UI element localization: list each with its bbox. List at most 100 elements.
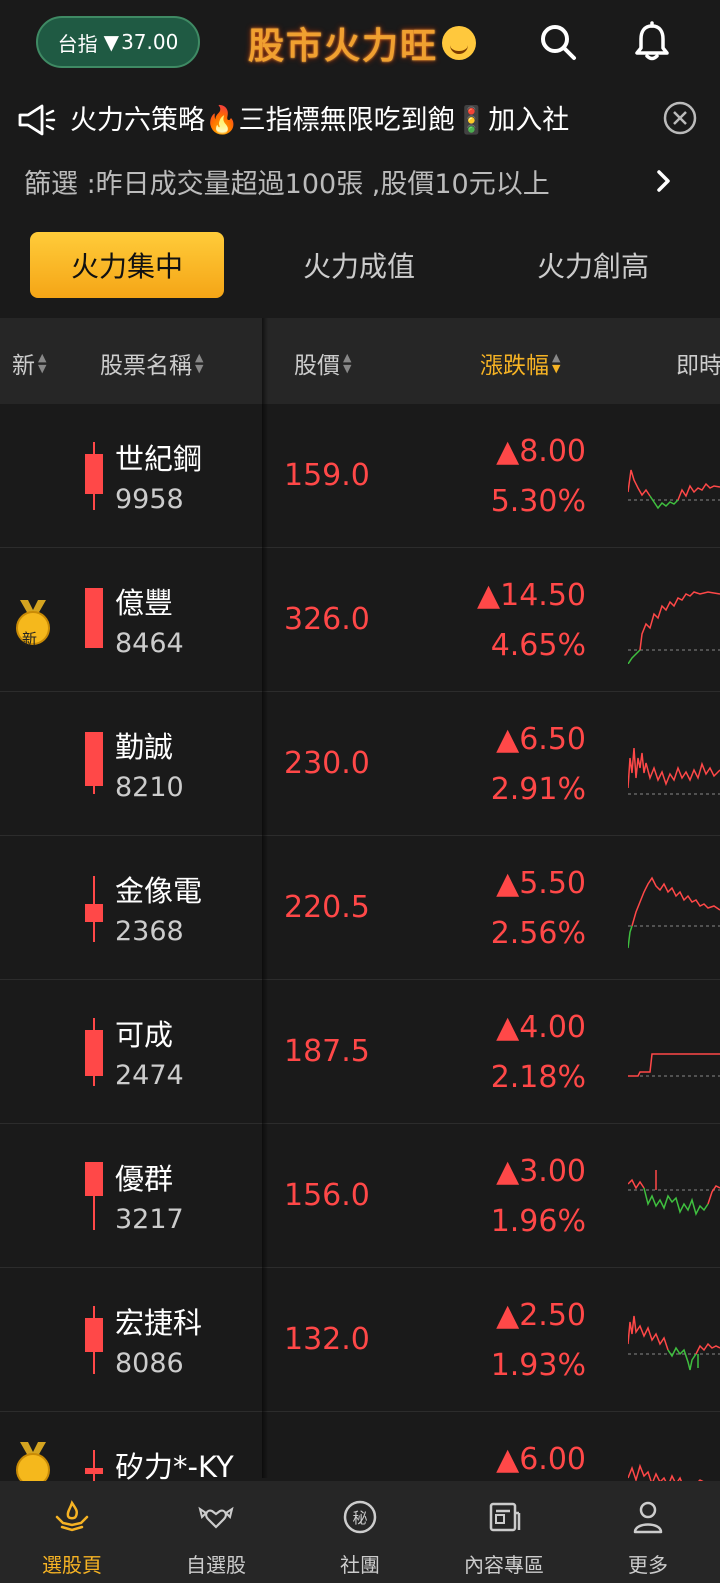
column-change-label: 漲跌幅 bbox=[480, 353, 549, 379]
stock-name: 可成 bbox=[115, 1018, 174, 1052]
column-realtime[interactable]: 即時 bbox=[676, 346, 720, 380]
candlestick-icon bbox=[85, 1018, 103, 1086]
stock-row[interactable]: 優群 3217 156.0 ▲3.00 1.96% bbox=[0, 1124, 720, 1268]
newspaper-icon bbox=[489, 1502, 521, 1532]
intraday-sparkline bbox=[628, 591, 720, 664]
tab-fire-concentration[interactable]: 火力集中 bbox=[30, 232, 224, 298]
candlestick-icon bbox=[85, 1306, 103, 1374]
stock-price: 132.0 bbox=[284, 1322, 370, 1357]
stock-row[interactable]: 金像電 2368 220.5 ▲5.50 2.56% bbox=[0, 836, 720, 980]
index-pill[interactable]: 台指 ▼ 37.00 bbox=[36, 16, 200, 68]
svg-text:秘: 秘 bbox=[352, 1509, 367, 1527]
stock-price: 187.5 bbox=[284, 1034, 370, 1069]
stock-change-percent: 2.91% bbox=[490, 772, 586, 807]
intraday-sparkline bbox=[628, 1170, 720, 1217]
stock-price: 326.0 bbox=[284, 602, 370, 637]
brand-text: 股市火力旺 bbox=[248, 25, 439, 67]
stock-price: 220.5 bbox=[284, 890, 370, 925]
stock-row[interactable]: 宏捷科 8086 132.0 ▲2.50 1.93% bbox=[0, 1268, 720, 1412]
stock-row[interactable]: 勤誠 8210 230.0 ▲6.50 2.91% bbox=[0, 692, 720, 836]
column-price[interactable]: 股價 ▲ ▼ bbox=[294, 346, 351, 380]
tab-fire-value[interactable]: 火力成值 bbox=[262, 232, 456, 298]
stock-change-percent: 2.18% bbox=[490, 1060, 586, 1095]
candlestick-icon bbox=[85, 876, 103, 942]
index-arrow: ▼ bbox=[103, 30, 120, 54]
intraday-sparkline bbox=[628, 1053, 720, 1077]
nav-label: 選股頁 bbox=[42, 1553, 102, 1577]
index-label: 台指 bbox=[57, 31, 98, 56]
filter-bar[interactable]: 篩選 :昨日成交量超過100張 ,股價10元以上 bbox=[0, 150, 720, 212]
stock-change-percent: 1.93% bbox=[490, 1348, 586, 1383]
column-new[interactable]: 新 ▲ ▼ bbox=[12, 346, 46, 380]
close-circle-icon[interactable] bbox=[662, 100, 698, 136]
candlestick-icon bbox=[85, 1162, 103, 1230]
column-new-label: 新 bbox=[12, 353, 35, 379]
stock-name: 金像電 bbox=[115, 874, 203, 908]
stock-price: 156.0 bbox=[284, 1178, 370, 1213]
stock-name: 勤誠 bbox=[115, 730, 174, 764]
stock-price: 159.0 bbox=[284, 458, 370, 493]
stock-name: 優群 bbox=[115, 1162, 174, 1196]
top-bar: 台指 ▼ 37.00 股市火力旺 bbox=[0, 0, 720, 88]
secret-circle-icon: 秘 bbox=[343, 1500, 377, 1534]
stock-change: ▲3.00 bbox=[496, 1154, 586, 1189]
brand-logo: 股市火力旺 bbox=[248, 18, 477, 68]
nav-content[interactable]: 內容專區 bbox=[432, 1481, 576, 1583]
stock-name: 世紀鋼 bbox=[115, 442, 203, 476]
notification-button[interactable] bbox=[630, 20, 674, 64]
announcement-bar[interactable]: 火力六策略🔥三指標無限吃到飽🚦加入社 bbox=[0, 88, 720, 150]
index-value: 37.00 bbox=[121, 30, 179, 54]
search-button[interactable] bbox=[536, 20, 580, 64]
stock-change: ▲6.50 bbox=[496, 722, 586, 757]
stock-change-percent: 4.65% bbox=[490, 628, 586, 663]
smile-emoji-icon bbox=[442, 26, 477, 60]
intraday-sparkline bbox=[628, 876, 720, 949]
bell-icon bbox=[635, 21, 669, 61]
stock-change: ▲8.00 bbox=[496, 434, 586, 469]
stock-row[interactable]: 可成 2474 187.5 ▲4.00 2.18% bbox=[0, 980, 720, 1124]
sort-icon: ▲ ▼ bbox=[195, 351, 204, 375]
hands-flame-icon bbox=[55, 1500, 89, 1532]
nav-watchlist[interactable]: 自選股 bbox=[144, 1481, 288, 1583]
column-change[interactable]: 漲跌幅 ▲ ▼ bbox=[480, 346, 560, 380]
stock-change-percent: 2.56% bbox=[490, 916, 586, 951]
search-icon bbox=[541, 25, 576, 60]
intraday-sparkline bbox=[628, 1315, 720, 1371]
stock-change: ▲5.50 bbox=[496, 866, 586, 901]
stock-code: 9958 bbox=[115, 484, 184, 515]
strategy-tabs: 火力集中 火力成值 火力創高 bbox=[0, 226, 720, 302]
tab-fire-high[interactable]: 火力創高 bbox=[496, 232, 690, 298]
stock-code: 8464 bbox=[115, 628, 184, 659]
nav-label: 更多 bbox=[628, 1553, 668, 1577]
candlestick-icon bbox=[85, 732, 103, 794]
stock-code: 8210 bbox=[115, 772, 184, 803]
sort-desc-icon: ▲ ▼ bbox=[552, 351, 561, 375]
stock-change: ▲6.00 bbox=[496, 1442, 586, 1477]
nav-label: 內容專區 bbox=[464, 1553, 544, 1577]
stock-code: 3217 bbox=[115, 1204, 184, 1235]
stock-row[interactable]: 新 億豐 8464 326.0 ▲14.50 4.65% bbox=[0, 548, 720, 692]
nav-more[interactable]: 更多 bbox=[576, 1481, 720, 1583]
chevron-right-icon bbox=[657, 170, 670, 192]
stock-code: 2368 bbox=[115, 916, 184, 947]
table-header: 新 ▲ ▼ 股票名稱 ▲ ▼ 股價 ▲ ▼ 漲跌幅 ▲ ▼ 即時 bbox=[0, 318, 720, 404]
nav-stock-picker[interactable]: 選股頁 bbox=[0, 1481, 144, 1583]
intraday-sparkline bbox=[628, 469, 720, 510]
stock-change-percent: 5.30% bbox=[490, 484, 586, 519]
column-name[interactable]: 股票名稱 ▲ ▼ bbox=[100, 346, 203, 380]
stock-row[interactable]: 世紀鋼 9958 159.0 ▲8.00 5.30% bbox=[0, 404, 720, 548]
filter-text: 篩選 :昨日成交量超過100張 ,股價10元以上 bbox=[24, 169, 550, 200]
stock-change-percent: 1.96% bbox=[490, 1204, 586, 1239]
sort-icon: ▲ ▼ bbox=[343, 351, 352, 375]
candlestick-icon bbox=[85, 588, 103, 648]
stock-change: ▲2.50 bbox=[496, 1298, 586, 1333]
nav-community[interactable]: 秘 社團 bbox=[288, 1481, 432, 1583]
stock-name: 矽力*-KY bbox=[115, 1450, 234, 1484]
stock-change: ▲4.00 bbox=[496, 1010, 586, 1045]
column-price-label: 股價 bbox=[294, 353, 340, 379]
intraday-sparkline bbox=[628, 747, 720, 795]
nav-label: 社團 bbox=[340, 1553, 380, 1577]
winged-heart-icon bbox=[198, 1506, 234, 1529]
column-realtime-label: 即時 bbox=[676, 353, 720, 379]
column-name-label: 股票名稱 bbox=[100, 353, 192, 379]
